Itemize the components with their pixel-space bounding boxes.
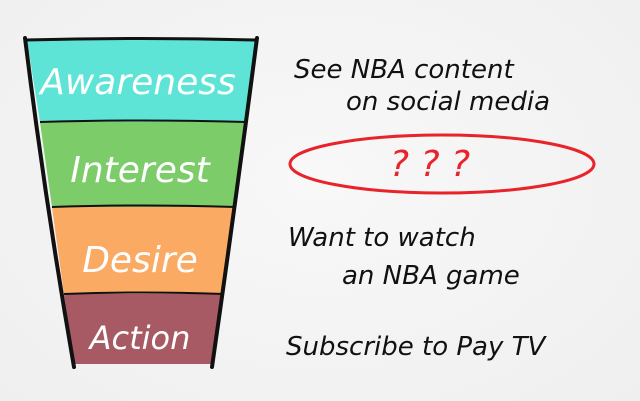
funnel: Awareness Interest Desire Action: [23, 36, 259, 369]
stage-label-desire: Desire: [82, 240, 198, 281]
stage-label-action: Action: [88, 319, 191, 357]
note-desire-line-2: an NBA game: [342, 261, 520, 291]
funnel-outline-top: [24, 37, 258, 42]
note-desire-line-1: Want to watch: [288, 223, 476, 253]
note-interest-question-marks: ? ? ?: [390, 144, 470, 185]
diagram-canvas: Awareness Interest Desire Action See NBA…: [0, 0, 640, 401]
stage-notes: See NBA content on social media ? ? ? Wa…: [286, 55, 596, 362]
note-awareness-line-2: on social media: [346, 87, 550, 117]
funnel-diagram: Awareness Interest Desire Action See NBA…: [23, 36, 596, 369]
note-awareness-line-1: See NBA content: [294, 55, 514, 85]
stage-label-interest: Interest: [70, 150, 211, 191]
note-action-line-1: Subscribe to Pay TV: [286, 332, 548, 362]
stage-label-awareness: Awareness: [38, 62, 236, 103]
